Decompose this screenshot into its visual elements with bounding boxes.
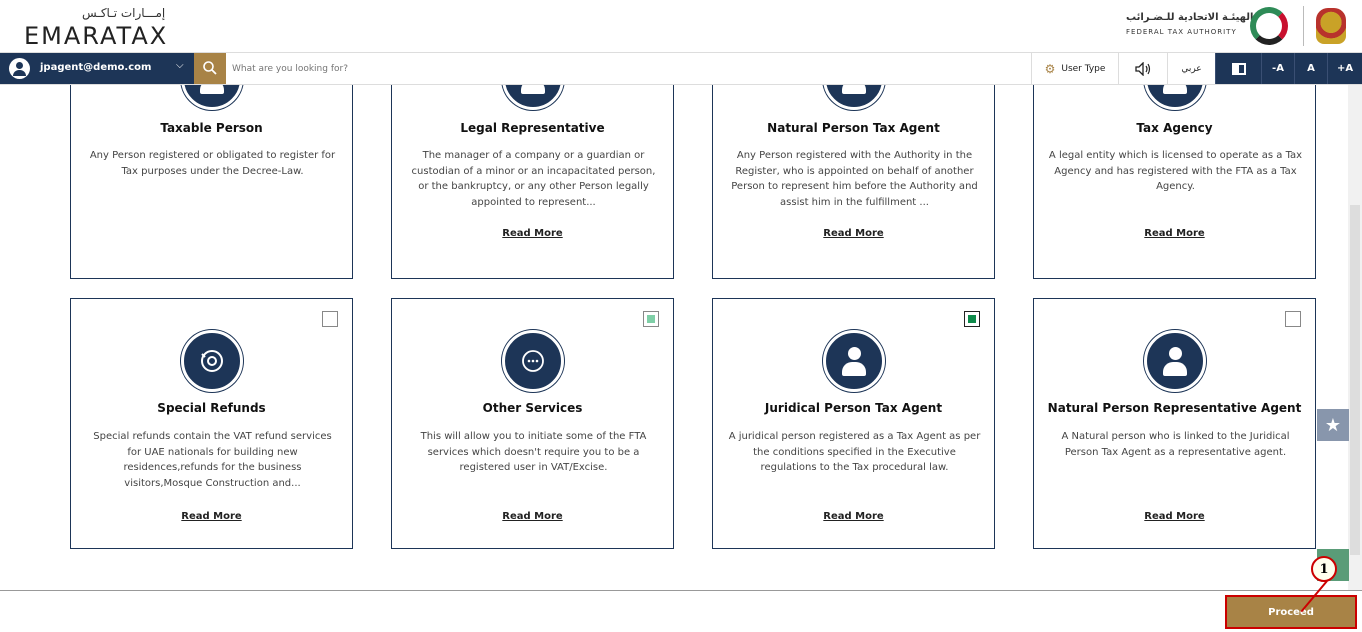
read-more-link[interactable]: Read More: [1034, 511, 1315, 522]
card-description: The manager of a company or a guardian o…: [411, 150, 656, 208]
read-more-link[interactable]: Read More: [713, 511, 994, 522]
card-description: Any Person registered or obligated to re…: [89, 150, 336, 177]
scrollbar[interactable]: [1348, 85, 1362, 590]
read-more-link[interactable]: Read More: [392, 511, 673, 522]
person-icon: [181, 85, 243, 110]
card-juridical-person-tax-agent[interactable]: Juridical Person Tax Agent A juridical p…: [712, 298, 995, 549]
card-description: This will allow you to initiate some of …: [420, 431, 647, 473]
card-natural-person-tax-agent[interactable]: Natural Person Tax Agent Any Person regi…: [712, 85, 995, 279]
card-tax-agency[interactable]: Tax Agency A legal entity which is licen…: [1033, 85, 1316, 279]
fta-logo[interactable]: الهيئـة الاتحادية للـضـرائب FEDERAL TAX …: [1126, 7, 1296, 48]
card-title: Natural Person Representative Agent: [1047, 401, 1302, 415]
read-more-link[interactable]: Read More: [1034, 228, 1315, 239]
user-email: jpagent@demo.com: [40, 62, 152, 73]
read-more-link[interactable]: Read More: [71, 511, 352, 522]
card-title: Juridical Person Tax Agent: [764, 401, 943, 415]
top-header: إمـــارات تـاكـس EMARATAX الهيئـة الاتحا…: [0, 0, 1362, 52]
person-icon: [502, 85, 564, 110]
card-title: Special Refunds: [157, 401, 266, 415]
language-toggle[interactable]: عربي: [1167, 53, 1215, 84]
user-avatar-icon: [9, 58, 30, 79]
agency-icon: [1144, 85, 1206, 110]
emaratax-logo[interactable]: EMARATAX: [24, 22, 168, 50]
user-type-button[interactable]: ⚙ User Type: [1031, 53, 1118, 84]
card-taxable-person[interactable]: Taxable Person Any Person registered or …: [70, 85, 353, 279]
search-input[interactable]: [232, 59, 1012, 79]
footer-bar: Proceed: [0, 590, 1362, 632]
star-icon: ★: [1324, 414, 1342, 436]
fta-ring-icon: [1250, 7, 1288, 45]
user-type-label: User Type: [1061, 63, 1106, 74]
read-more-link[interactable]: Read More: [392, 228, 673, 239]
search-button[interactable]: [194, 53, 226, 84]
fta-logo-arabic: الهيئـة الاتحادية للـضـرائب: [1126, 12, 1254, 23]
ellipsis-icon: [522, 350, 544, 372]
font-increase-button[interactable]: +A: [1327, 53, 1362, 84]
card-checkbox[interactable]: [322, 311, 338, 327]
card-description: Any Person registered with the Authority…: [731, 150, 978, 208]
read-more-link[interactable]: Read More: [713, 228, 994, 239]
card-description: A Natural person who is linked to the Ju…: [1061, 431, 1290, 458]
contrast-button[interactable]: [1215, 53, 1261, 84]
header-divider: [1303, 6, 1304, 46]
card-title: Other Services: [482, 401, 583, 415]
card-checkbox[interactable]: [1285, 311, 1301, 327]
card-description: A juridical person registered as a Tax A…: [728, 431, 981, 473]
card-natural-person-representative-agent[interactable]: Natural Person Representative Agent A Na…: [1033, 298, 1316, 549]
refund-icon-glyph: [201, 350, 223, 372]
agent-icon: [823, 85, 885, 110]
contrast-icon: [1231, 62, 1246, 75]
card-special-refunds[interactable]: Special Refunds Special refunds contain …: [70, 298, 353, 549]
card-title: Legal Representative: [460, 121, 605, 135]
speaker-button[interactable]: [1118, 53, 1167, 84]
user-menu[interactable]: jpagent@demo.com ⌵: [0, 53, 194, 84]
card-description: Special refunds contain the VAT refund s…: [93, 431, 332, 489]
font-decrease-button[interactable]: -A: [1261, 53, 1294, 84]
user-type-cards-area: Taxable Person Any Person registered or …: [0, 85, 1362, 590]
refund-icon: [181, 330, 243, 392]
step-callout-badge: 1: [1311, 556, 1337, 582]
agent-icon: [823, 330, 885, 392]
fta-logo-english: FEDERAL TAX AUTHORITY: [1126, 28, 1237, 36]
navbar: jpagent@demo.com ⌵ ⚙ User Type عربي -A A…: [0, 52, 1362, 85]
card-checkbox[interactable]: [643, 311, 659, 327]
emaratax-logo-arabic: إمـــارات تـاكـس: [82, 6, 166, 20]
gear-icon: ⚙: [1044, 61, 1056, 76]
card-legal-representative[interactable]: Legal Representative The manager of a co…: [391, 85, 674, 279]
card-title: Tax Agency: [1136, 121, 1213, 135]
proceed-button[interactable]: Proceed: [1225, 595, 1357, 629]
card-checkbox[interactable]: [964, 311, 980, 327]
agent-icon: [1144, 330, 1206, 392]
card-other-services[interactable]: Other Services This will allow you to in…: [391, 298, 674, 549]
font-normal-button[interactable]: A: [1294, 53, 1327, 84]
scrollbar-thumb[interactable]: [1350, 205, 1360, 555]
card-title: Natural Person Tax Agent: [767, 121, 940, 135]
more-icon: [502, 330, 564, 392]
card-title: Taxable Person: [160, 121, 263, 135]
favorite-star-button[interactable]: ★: [1317, 409, 1349, 441]
card-description: A legal entity which is licensed to oper…: [1048, 150, 1303, 192]
search-icon: [203, 61, 217, 75]
chevron-down-icon[interactable]: ⌵: [176, 60, 184, 71]
speaker-icon: [1135, 61, 1151, 76]
uae-emblem-icon: [1316, 8, 1346, 44]
